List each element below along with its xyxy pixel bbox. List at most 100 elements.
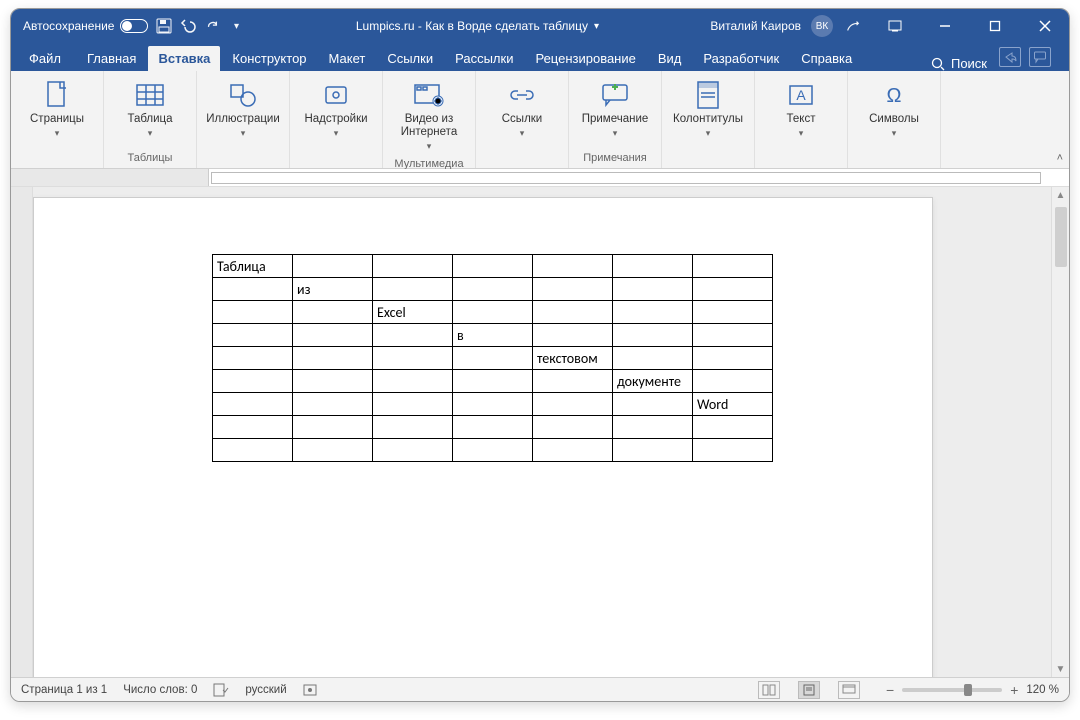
table-cell[interactable]: Word [693,393,773,416]
search-box[interactable]: Поиск [921,56,997,71]
table-cell[interactable] [613,439,693,462]
tab-конструктор[interactable]: Конструктор [222,46,316,71]
tab-главная[interactable]: Главная [77,46,146,71]
tab-file[interactable]: Файл [19,46,71,71]
table-cell[interactable] [453,439,533,462]
table-cell[interactable] [613,278,693,301]
autosave-toggle[interactable]: Автосохранение [23,19,148,33]
online-video-button[interactable]: Видео из Интернета▾ [393,75,465,156]
table-cell[interactable] [373,439,453,462]
save-icon[interactable] [156,18,172,34]
table-cell[interactable] [213,301,293,324]
table-cell[interactable] [613,301,693,324]
spellcheck-icon[interactable] [213,683,229,697]
table-cell[interactable] [693,324,773,347]
table-cell[interactable] [693,278,773,301]
comment-button[interactable]: Примечание▾ [579,75,651,143]
illustrations-button[interactable]: Иллюстрации▾ [207,75,279,143]
word-count[interactable]: Число слов: 0 [123,684,197,696]
tab-макет[interactable]: Макет [319,46,376,71]
document-area[interactable]: ТаблицаизExcelвтекстовомдокументеWord [33,187,1051,677]
scroll-up-icon[interactable]: ▲ [1052,187,1069,203]
qat-more-icon[interactable]: ▾ [228,18,244,34]
table-cell[interactable]: из [293,278,373,301]
ribbon-display-icon[interactable] [873,9,917,43]
table-cell[interactable] [533,278,613,301]
table-cell[interactable]: Таблица [213,255,293,278]
tab-рассылки[interactable]: Рассылки [445,46,523,71]
table-cell[interactable] [213,278,293,301]
table-cell[interactable] [453,347,533,370]
undo-icon[interactable] [180,18,196,34]
table-cell[interactable] [373,416,453,439]
page-info[interactable]: Страница 1 из 1 [21,684,107,696]
print-layout-button[interactable] [798,681,820,699]
table-button[interactable]: Таблица▾ [114,75,186,143]
table-cell[interactable] [613,347,693,370]
symbols-button[interactable]: ΩСимволы▾ [858,75,930,143]
table-cell[interactable] [293,255,373,278]
minimize-button[interactable] [923,9,967,43]
table-cell[interactable] [693,255,773,278]
table-cell[interactable] [373,324,453,347]
web-layout-button[interactable] [838,681,860,699]
table-cell[interactable] [693,301,773,324]
table-cell[interactable] [293,347,373,370]
table-cell[interactable] [693,439,773,462]
vertical-scrollbar[interactable]: ▲ ▼ [1051,187,1069,677]
collapse-ribbon-icon[interactable]: ˄ [1057,152,1063,164]
table-cell[interactable] [693,370,773,393]
redo-icon[interactable] [204,18,220,34]
table-cell[interactable] [213,370,293,393]
table-cell[interactable] [533,416,613,439]
table-cell[interactable] [293,301,373,324]
table-cell[interactable] [213,347,293,370]
links-button[interactable]: Ссылки▾ [486,75,558,143]
scrollbar-thumb[interactable] [1055,207,1067,267]
table-cell[interactable] [613,255,693,278]
addins-button[interactable]: Надстройки▾ [300,75,372,143]
table-cell[interactable] [533,393,613,416]
table-cell[interactable] [533,301,613,324]
table-cell[interactable] [613,416,693,439]
macro-icon[interactable] [303,683,317,697]
table-cell[interactable] [693,347,773,370]
table-cell[interactable] [213,439,293,462]
tab-разработчик[interactable]: Разработчик [693,46,789,71]
table-cell[interactable] [373,347,453,370]
comments-button[interactable] [1029,47,1051,67]
zoom-out-button[interactable]: − [886,682,894,698]
table-cell[interactable]: Excel [373,301,453,324]
read-mode-button[interactable] [758,681,780,699]
zoom-slider[interactable] [902,688,1002,692]
table-cell[interactable] [293,370,373,393]
share-button[interactable] [999,47,1021,67]
horizontal-ruler[interactable] [11,169,1069,187]
headers-button[interactable]: Колонтитулы▾ [672,75,744,143]
table-cell[interactable] [613,324,693,347]
table-cell[interactable] [453,255,533,278]
table-cell[interactable]: документе [613,370,693,393]
table-cell[interactable] [213,393,293,416]
table-cell[interactable] [613,393,693,416]
title-dropdown-icon[interactable]: ▾ [594,21,599,32]
table-cell[interactable] [373,393,453,416]
text-button[interactable]: AТекст▾ [765,75,837,143]
table-cell[interactable] [453,370,533,393]
table-cell[interactable]: текстовом [533,347,613,370]
tab-рецензирование[interactable]: Рецензирование [525,46,645,71]
document-table[interactable]: ТаблицаизExcelвтекстовомдокументеWord [212,254,773,462]
table-cell[interactable] [213,324,293,347]
table-cell[interactable] [453,278,533,301]
scroll-down-icon[interactable]: ▼ [1052,661,1069,677]
zoom-in-button[interactable]: + [1010,682,1018,698]
table-cell[interactable] [373,278,453,301]
table-cell[interactable] [533,370,613,393]
table-cell[interactable] [533,439,613,462]
close-button[interactable] [1023,9,1067,43]
tab-ссылки[interactable]: Ссылки [377,46,443,71]
pages-button[interactable]: Страницы▾ [21,75,93,143]
coming-soon-icon[interactable] [845,18,861,34]
vertical-ruler[interactable] [11,187,33,677]
language[interactable]: русский [245,684,286,696]
